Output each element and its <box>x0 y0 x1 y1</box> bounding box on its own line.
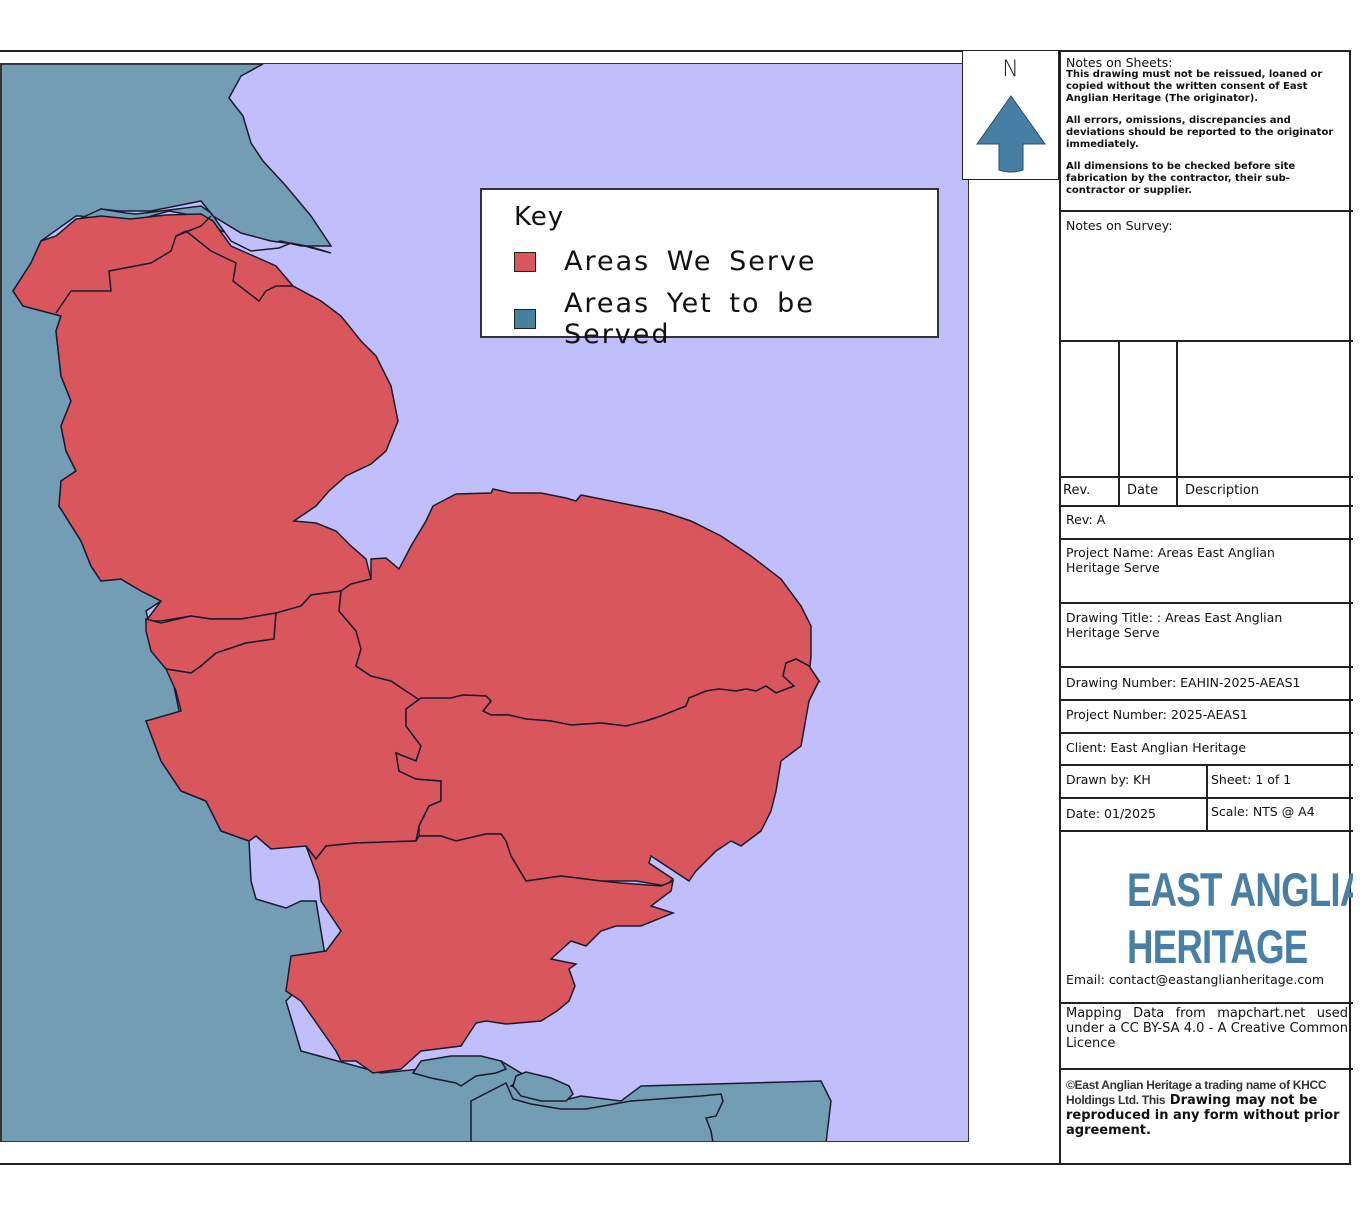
north-letter: N <box>1002 57 1019 82</box>
copyright: ©East Anglian Heritage a trading name of… <box>1061 1070 1353 1165</box>
rev-field: Rev: A <box>1061 507 1353 540</box>
key-title: Key <box>514 202 565 232</box>
cell-divider <box>1206 766 1208 797</box>
notes-on-sheets-heading: Notes on Sheets: <box>1066 55 1173 70</box>
drawing-number: Drawing Number: EAHIN-2025-AEAS1 <box>1066 675 1301 690</box>
drawing-title: Drawing Title: : Areas East Anglian Heri… <box>1066 610 1283 640</box>
notes-on-survey-label: Notes on Survey: <box>1066 218 1173 233</box>
mapping-credit-text: Mapping Data from mapchart.net used unde… <box>1066 1006 1348 1051</box>
served-swatch <box>514 251 536 272</box>
key-label: Areas We Serve <box>564 246 817 277</box>
client: Client: East Anglian Heritage <box>1066 740 1247 755</box>
notes-paragraph: All errors, omissions, discrepancies and… <box>1066 115 1334 150</box>
date-header: Date <box>1127 483 1159 498</box>
mapping-credit: Mapping Data from mapchart.net used unde… <box>1061 1004 1353 1070</box>
drawn-by: Drawn by: KH <box>1066 772 1151 787</box>
email: Email: contact@eastanglianheritage.com <box>1066 972 1325 987</box>
company-logo-line1: EAST ANGLIAN <box>1127 863 1353 916</box>
key-item-unserved: Areas Yet to be Served <box>514 288 937 350</box>
project-name: Project Name: Areas East Anglian Heritag… <box>1066 545 1275 575</box>
drawing-number-field: Drawing Number: EAHIN-2025-AEAS1 <box>1061 668 1353 701</box>
north-arrow-icon <box>976 95 1046 173</box>
title-block: Notes on Sheets: This drawing must not b… <box>1059 50 1353 1165</box>
rev-value: Rev: A <box>1066 512 1106 527</box>
company-logo-line2: HERITAGE <box>1127 920 1308 973</box>
notes-paragraph: All dimensions to be checked before site… <box>1066 161 1296 196</box>
cell-divider <box>1206 799 1208 830</box>
notes-on-sheets: Notes on Sheets: This drawing must not b… <box>1061 50 1353 212</box>
client-field: Client: East Anglian Heritage <box>1061 734 1353 766</box>
logo-cell: EAST ANGLIAN HERITAGE Email: contact@eas… <box>1061 832 1353 1004</box>
rev-header: Rev. <box>1063 483 1091 498</box>
drawing-title-field: Drawing Title: : Areas East Anglian Heri… <box>1061 604 1353 668</box>
date-scale-row: Date: 01/2025 Scale: NTS @ A4 <box>1061 799 1353 832</box>
unserved-swatch <box>514 309 536 329</box>
description-header: Description <box>1185 483 1260 498</box>
notes-paragraph: This drawing must not be reissued, loane… <box>1066 69 1323 104</box>
project-name-field: Project Name: Areas East Anglian Heritag… <box>1061 540 1353 604</box>
notes-on-survey: Notes on Survey: <box>1061 212 1353 342</box>
project-number-field: Project Number: 2025-AEAS1 <box>1061 701 1353 734</box>
key-item-served: Areas We Serve <box>514 246 817 277</box>
drawn-by-sheet-row: Drawn by: KH Sheet: 1 of 1 <box>1061 766 1353 799</box>
project-number: Project Number: 2025-AEAS1 <box>1066 707 1248 722</box>
date: Date: 01/2025 <box>1066 806 1156 821</box>
map-key: Key Areas We Serve Areas Yet to be Serve… <box>480 188 939 350</box>
north-indicator: N <box>962 50 1059 180</box>
key-label: Areas Yet to be Served <box>563 288 815 350</box>
revision-table-header: Rev. Date Description <box>1061 476 1353 507</box>
revision-table: Rev. Date Description <box>1061 342 1353 507</box>
scale: Scale: NTS @ A4 <box>1211 804 1315 819</box>
sheet-number: Sheet: 1 of 1 <box>1211 772 1292 787</box>
